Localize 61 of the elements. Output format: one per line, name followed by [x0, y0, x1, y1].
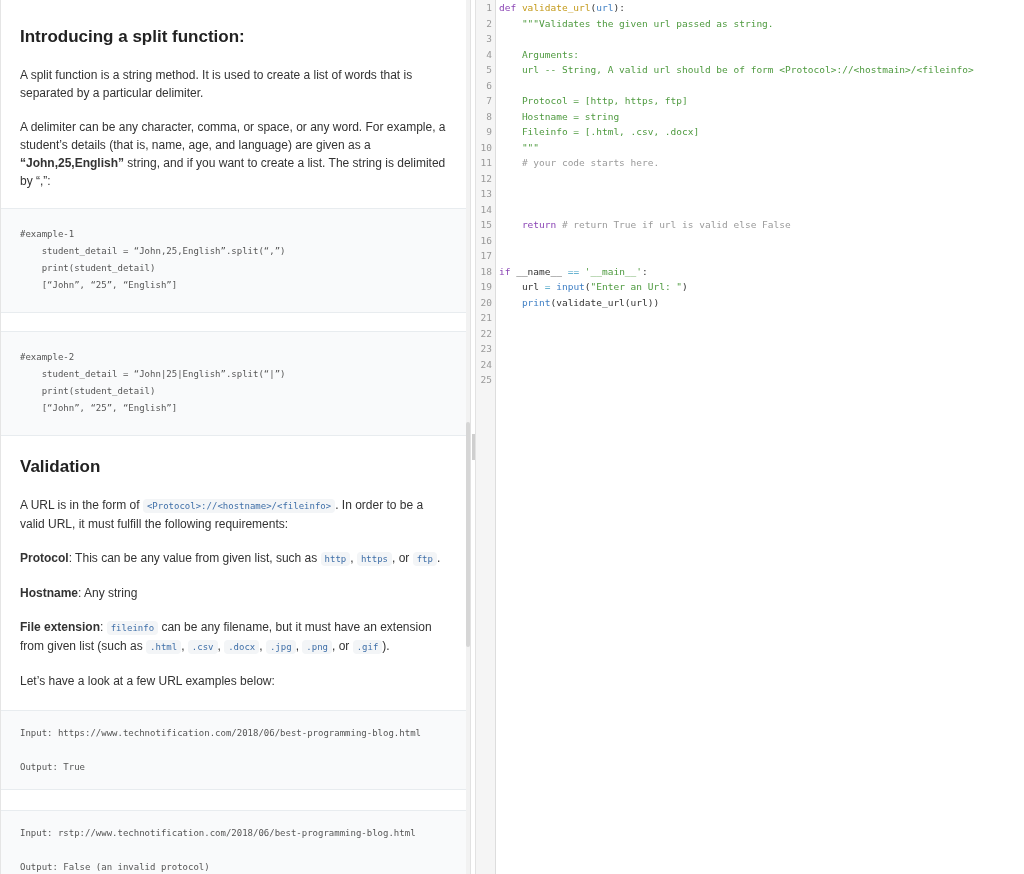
- paragraph: Hostname: Any string: [20, 585, 139, 602]
- code-line: student_detail = “John|25|English”.split(“|”): [40, 368, 286, 381]
- line-number: 11: [480, 156, 492, 170]
- paragraph: Let’s have a look at a few URL examples below:: [20, 673, 276, 690]
- code-line: if __name__ == '__main__':: [499, 264, 648, 279]
- line-number: 17: [480, 249, 492, 263]
- code-line: Input: https://www.technotification.com/2018/06/best-programming-blog.html: [20, 727, 421, 740]
- code-line: """: [520, 140, 540, 155]
- line-number: 14: [480, 202, 492, 217]
- line-number: 10: [480, 140, 492, 155]
- line-number: 23: [480, 342, 492, 356]
- code-line: return # return True if url is valid else False: [520, 218, 791, 232]
- code-line: Output: False (an invalid protocol): [20, 861, 210, 874]
- code-line: [“John”, “25”, “English”]: [40, 402, 178, 415]
- line-number: 7: [486, 94, 492, 108]
- line-number: 15: [480, 218, 492, 232]
- code-line: Input: rstp://www.technotification.com/2018/06/best-programming-blog.html: [20, 827, 416, 840]
- code-line: print(validate_url(url)): [520, 295, 660, 310]
- paragraph: A split function is a string method. It is used to create a list of words that is separated by a particular delimiter.: [20, 67, 414, 102]
- line-number: 13: [480, 187, 492, 201]
- line-number: 1: [486, 1, 492, 15]
- line-number: 12: [480, 171, 492, 186]
- section-heading: Validation: [20, 456, 102, 478]
- line-number: 3: [486, 32, 492, 46]
- code-line: Fileinfo = [.html, .csv, .docx]: [520, 125, 700, 139]
- line-number: 5: [486, 63, 492, 77]
- paragraph: File extension: fileinfo can be any filename, but it must have an extension from given list (such as .html , .csv , .docx , .jpg , .png , or .gif ).: [20, 619, 433, 656]
- code-line: print(student_detail): [40, 262, 156, 275]
- code-line: Hostname = string: [520, 109, 620, 124]
- code-line: url = input("Enter an Url: "): [520, 280, 688, 294]
- code-line: Arguments:: [520, 47, 580, 62]
- line-number: 9: [486, 125, 492, 139]
- splitter-handle[interactable]: [471, 434, 475, 460]
- line-number: 24: [480, 357, 492, 372]
- section-heading: Introducing a split function:: [20, 26, 246, 48]
- code-line: def validate_url(url):: [499, 1, 625, 15]
- line-number: 25: [480, 373, 492, 387]
- code-line: """Validates the given url passed as string.: [520, 16, 774, 31]
- paragraph: A URL is in the form of <Protocol>://<hostname>/<fileinfo> . In order to be a valid URL, it must fulfill the following requirements:: [20, 497, 425, 533]
- code-line: url -- String, A valid url should be of form <Protocol>://<hostmain>/<fileinfo>: [520, 63, 974, 77]
- line-number: 16: [480, 233, 492, 248]
- line-number: 20: [480, 295, 492, 310]
- code-line: # your code starts here.: [520, 156, 660, 170]
- line-number: 22: [480, 326, 492, 341]
- code-line: #example-2: [20, 351, 75, 364]
- code-line: Output: True: [20, 761, 86, 774]
- line-number: 21: [480, 311, 492, 325]
- code-line: [“John”, “25”, “English”]: [40, 279, 178, 292]
- line-number: 19: [480, 280, 492, 294]
- scrollbar-thumb[interactable]: [466, 422, 470, 647]
- code-line: #example-1: [20, 228, 75, 241]
- paragraph: Protocol: This can be any value from given list, such as http , https , or ftp .: [20, 550, 442, 568]
- line-number: 6: [486, 78, 492, 93]
- code-line: print(student_detail): [40, 385, 156, 398]
- code-line: Protocol = [http, https, ftp]: [520, 94, 688, 108]
- code-line: student_detail = “John,25,English”.split(“,”): [40, 245, 286, 258]
- line-number: 18: [480, 264, 492, 279]
- paragraph: A delimiter can be any character, comma, or space, or any word. For example, a student’s details (that is, name, age, and language) are given as a “John,25,English” string, and if you want to create a list. The string is delimited by “,”:: [20, 119, 447, 190]
- line-number: 4: [486, 47, 492, 62]
- line-number: 8: [486, 109, 492, 124]
- line-number: 2: [486, 16, 492, 31]
